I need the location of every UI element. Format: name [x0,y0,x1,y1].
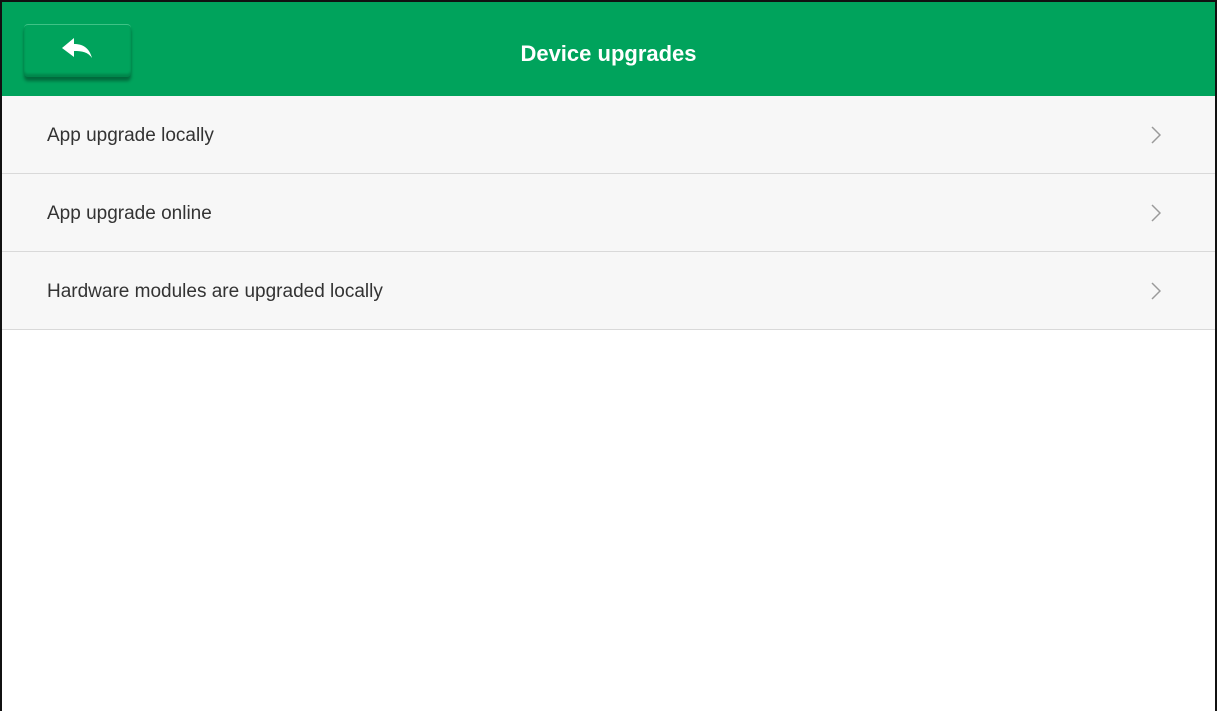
list-item-label: App upgrade online [47,203,212,224]
list-item-label: Hardware modules are upgraded locally [47,281,383,302]
list-item-label: App upgrade locally [47,125,214,146]
page-title: Device upgrades [520,41,697,66]
list-item-hardware-modules-upgrade[interactable]: Hardware modules are upgraded locally [2,252,1215,330]
list-item-app-upgrade-online[interactable]: App upgrade online [2,174,1215,252]
app-window: Device upgrades App upgrade locally App … [0,0,1217,711]
chevron-right-icon [1151,126,1161,144]
chevron-right-icon [1151,282,1161,300]
list-item-app-upgrade-locally[interactable]: App upgrade locally [2,96,1215,174]
upgrade-options-list: App upgrade locally App upgrade online H… [2,96,1215,330]
back-button[interactable] [24,24,131,77]
back-arrow-icon [62,38,92,58]
header-bar: Device upgrades [2,2,1215,96]
chevron-right-icon [1151,204,1161,222]
